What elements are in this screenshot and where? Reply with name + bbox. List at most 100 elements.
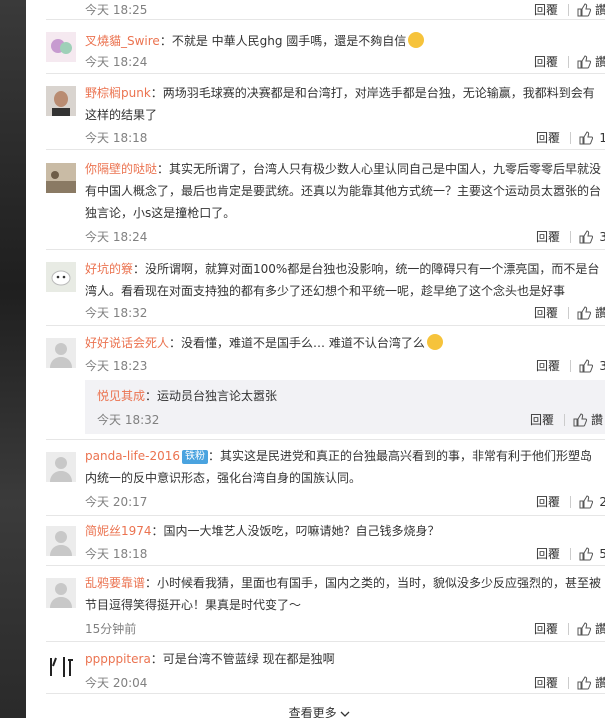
background-photo <box>0 0 26 718</box>
thumb-up-icon[interactable] <box>579 494 593 509</box>
reply-box: 悦见其成：运动员台独言论太嚣张 今天 18:32 回覆 讚 <box>85 380 607 434</box>
divider <box>570 230 571 243</box>
comment-time: 今天 18:18 <box>85 547 148 561</box>
thumb-up-icon[interactable] <box>577 2 591 17</box>
avatar[interactable] <box>46 652 76 682</box>
thumb-up-icon[interactable] <box>579 546 593 561</box>
avatar[interactable] <box>46 452 76 482</box>
reply-body: 悦见其成：运动员台独言论太嚣张 <box>97 386 277 406</box>
avatar[interactable] <box>46 262 76 292</box>
comment-username[interactable]: 好坑的簝 <box>85 262 133 276</box>
comment-text: ：不就是 中華人民ghg 國手嗎，還是不夠自信 <box>159 34 407 48</box>
comment-time: 今天 18:24 <box>85 230 148 244</box>
comment-username[interactable]: 好好说话会死人 <box>85 336 169 350</box>
reply-button[interactable]: 回覆 <box>536 357 560 374</box>
comment-body: panda-life-2016 铁粉 ：其实这是民进党和真正的台独最高兴看到的事，非… <box>85 445 603 489</box>
avatar[interactable] <box>46 578 76 608</box>
comment-body: 你隔壁的哒哒：其实无所谓了，台湾人只有极少数人心里认同自己是中国人，九零后零零后… <box>85 158 603 224</box>
reply-button[interactable]: 回覆 <box>530 411 554 428</box>
comment-username[interactable]: 叉燒貓_Swire <box>85 34 160 48</box>
comment-panel: 今天 18:25 回覆 讚 叉燒貓_Swire：不就是 中華人民ghg 國手嗎，… <box>26 0 613 718</box>
comment-body: pppppitera：可是台湾不管蓝绿 现在都是独啊 <box>85 648 603 670</box>
thumb-up-icon[interactable] <box>577 54 591 69</box>
divider <box>567 622 569 635</box>
comment-username[interactable]: pppppitera <box>85 652 151 666</box>
cat-emoji-icon <box>408 32 425 48</box>
comment-row: 叉燒貓_Swire：不就是 中華人民ghg 國手嗎，還是不夠自信 今天 18:2… <box>26 20 613 74</box>
thumb-up-icon[interactable] <box>579 358 593 373</box>
reply-button[interactable]: 回覆 <box>534 1 558 18</box>
comment-row: 野棕榈punk：两场羽毛球赛的决赛都是和台湾打，对岸选手都是台独，无论输赢，我都… <box>26 74 613 150</box>
comment-time: 今天 18:18 <box>85 131 148 145</box>
comment-row: 简妮丝1974：国内一大堆艺人没饭吃，叼嘛请她？自己钱多烧身？ 今天 18:18… <box>26 516 613 566</box>
comment-row: 乱鸦要靠谱：小时候看我猜，里面也有国手，国内之类的，当时，貌似没多少反应强烈的，… <box>26 566 613 642</box>
comment-text: ：国内一大堆艺人没饭吃，叼嘛请她？自己钱多烧身？ <box>151 524 440 538</box>
fan-badge[interactable]: 铁粉 <box>182 449 209 464</box>
avatar[interactable] <box>46 338 76 368</box>
reply-button[interactable]: 回覆 <box>534 53 558 70</box>
laughing-emoji-icon <box>426 334 443 350</box>
like-count[interactable]: 讚 <box>591 411 603 428</box>
thumb-up-icon[interactable] <box>577 305 591 320</box>
divider <box>567 3 569 16</box>
comment-row: 你隔壁的哒哒：其实无所谓了，台湾人只有极少数人心里认同自己是中国人，九零后零零后… <box>26 150 613 250</box>
comment-body: 野棕榈punk：两场羽毛球赛的决赛都是和台湾打，对岸选手都是台独，无论输赢，我都… <box>85 82 603 126</box>
thumb-up-icon[interactable] <box>579 229 593 244</box>
comment-time: 15分钟前 <box>85 622 137 636</box>
comment-body: 乱鸦要靠谱：小时候看我猜，里面也有国手，国内之类的，当时，貌似没多少反应强烈的，… <box>85 572 603 616</box>
comment-username[interactable]: 你隔壁的哒哒 <box>85 162 157 176</box>
avatar[interactable] <box>46 32 76 62</box>
avatar[interactable] <box>46 86 76 116</box>
reply-button[interactable]: 回覆 <box>536 545 560 562</box>
view-more-label[interactable]: 查看更多 <box>289 706 337 718</box>
comment-text: ：可是台湾不管蓝绿 现在都是独啊 <box>150 652 335 666</box>
comment-time: 今天 18:24 <box>85 55 148 69</box>
comment-actions: 回覆 1 <box>536 129 607 146</box>
comment-row: 好好说话会死人：没看懂，难道不是国手么… 难道不认台湾了么 今天 18:23 回… <box>26 326 613 440</box>
comment-username[interactable]: panda-life-2016 <box>85 449 180 463</box>
comment-body: 好好说话会死人：没看懂，难道不是国手么… 难道不认台湾了么 <box>85 332 603 354</box>
scrollbar[interactable] <box>605 0 613 718</box>
comment-actions: 回覆 3 <box>536 357 607 374</box>
reply-button[interactable]: 回覆 <box>536 129 560 146</box>
comment-username[interactable]: 野棕榈punk <box>85 86 151 100</box>
comment-body: 叉燒貓_Swire：不就是 中華人民ghg 國手嗎，還是不夠自信 <box>85 30 603 52</box>
divider <box>570 547 571 560</box>
thumb-up-icon[interactable] <box>577 621 591 636</box>
comment-time: 今天 18:32 <box>85 306 148 320</box>
avatar[interactable] <box>46 526 76 556</box>
thumb-up-icon[interactable] <box>573 412 587 427</box>
divider <box>570 359 571 372</box>
reply-text: ：运动员台独言论太嚣张 <box>145 389 278 403</box>
reply-button[interactable]: 回覆 <box>536 493 560 510</box>
comment-time: 今天 20:17 <box>85 495 148 509</box>
comment-actions: 回覆 5 <box>536 545 607 562</box>
thumb-up-icon[interactable] <box>577 675 591 690</box>
comment-body: 好坑的簝：没所谓啊，就算对面100%都是台独也没影响，统一的障碍只有一个漂亮国，… <box>85 258 603 302</box>
avatar[interactable] <box>46 163 76 193</box>
comment-row: panda-life-2016 铁粉 ：其实这是民进党和真正的台独最高兴看到的事，非… <box>26 440 613 516</box>
comment-actions: 回覆 讚 <box>534 304 607 321</box>
comment-time: 今天 18:23 <box>85 359 148 373</box>
view-more-link[interactable]: 查看更多 <box>26 704 613 718</box>
chevron-down-icon <box>340 711 350 717</box>
divider <box>567 306 569 319</box>
comment-time: 今天 20:04 <box>85 676 148 690</box>
comment-username[interactable]: 乱鸦要靠谱 <box>85 576 145 590</box>
divider <box>570 495 571 508</box>
reply-button[interactable]: 回覆 <box>534 674 558 691</box>
reply-time: 今天 18:32 <box>97 413 160 427</box>
reply-button[interactable]: 回覆 <box>534 304 558 321</box>
comment-text: ：其实无所谓了，台湾人只有极少数人心里认同自己是中国人，九零后零零后早就没有中国… <box>85 162 602 220</box>
comment-text: ：两场羽毛球赛的决赛都是和台湾打，对岸选手都是台独，无论输赢，我都料到会有这样的… <box>85 86 595 122</box>
divider <box>567 676 569 689</box>
thumb-up-icon[interactable] <box>579 130 593 145</box>
comment-text: ：没看懂，难道不是国手么… 难道不认台湾了么 <box>169 336 425 350</box>
divider <box>46 693 613 694</box>
reply-button[interactable]: 回覆 <box>536 228 560 245</box>
comment-time: 今天 18:25 <box>85 3 148 17</box>
comment-username[interactable]: 简妮丝1974 <box>85 524 152 538</box>
divider <box>563 413 565 426</box>
reply-username[interactable]: 悦见其成 <box>97 389 145 403</box>
reply-button[interactable]: 回覆 <box>534 620 558 637</box>
